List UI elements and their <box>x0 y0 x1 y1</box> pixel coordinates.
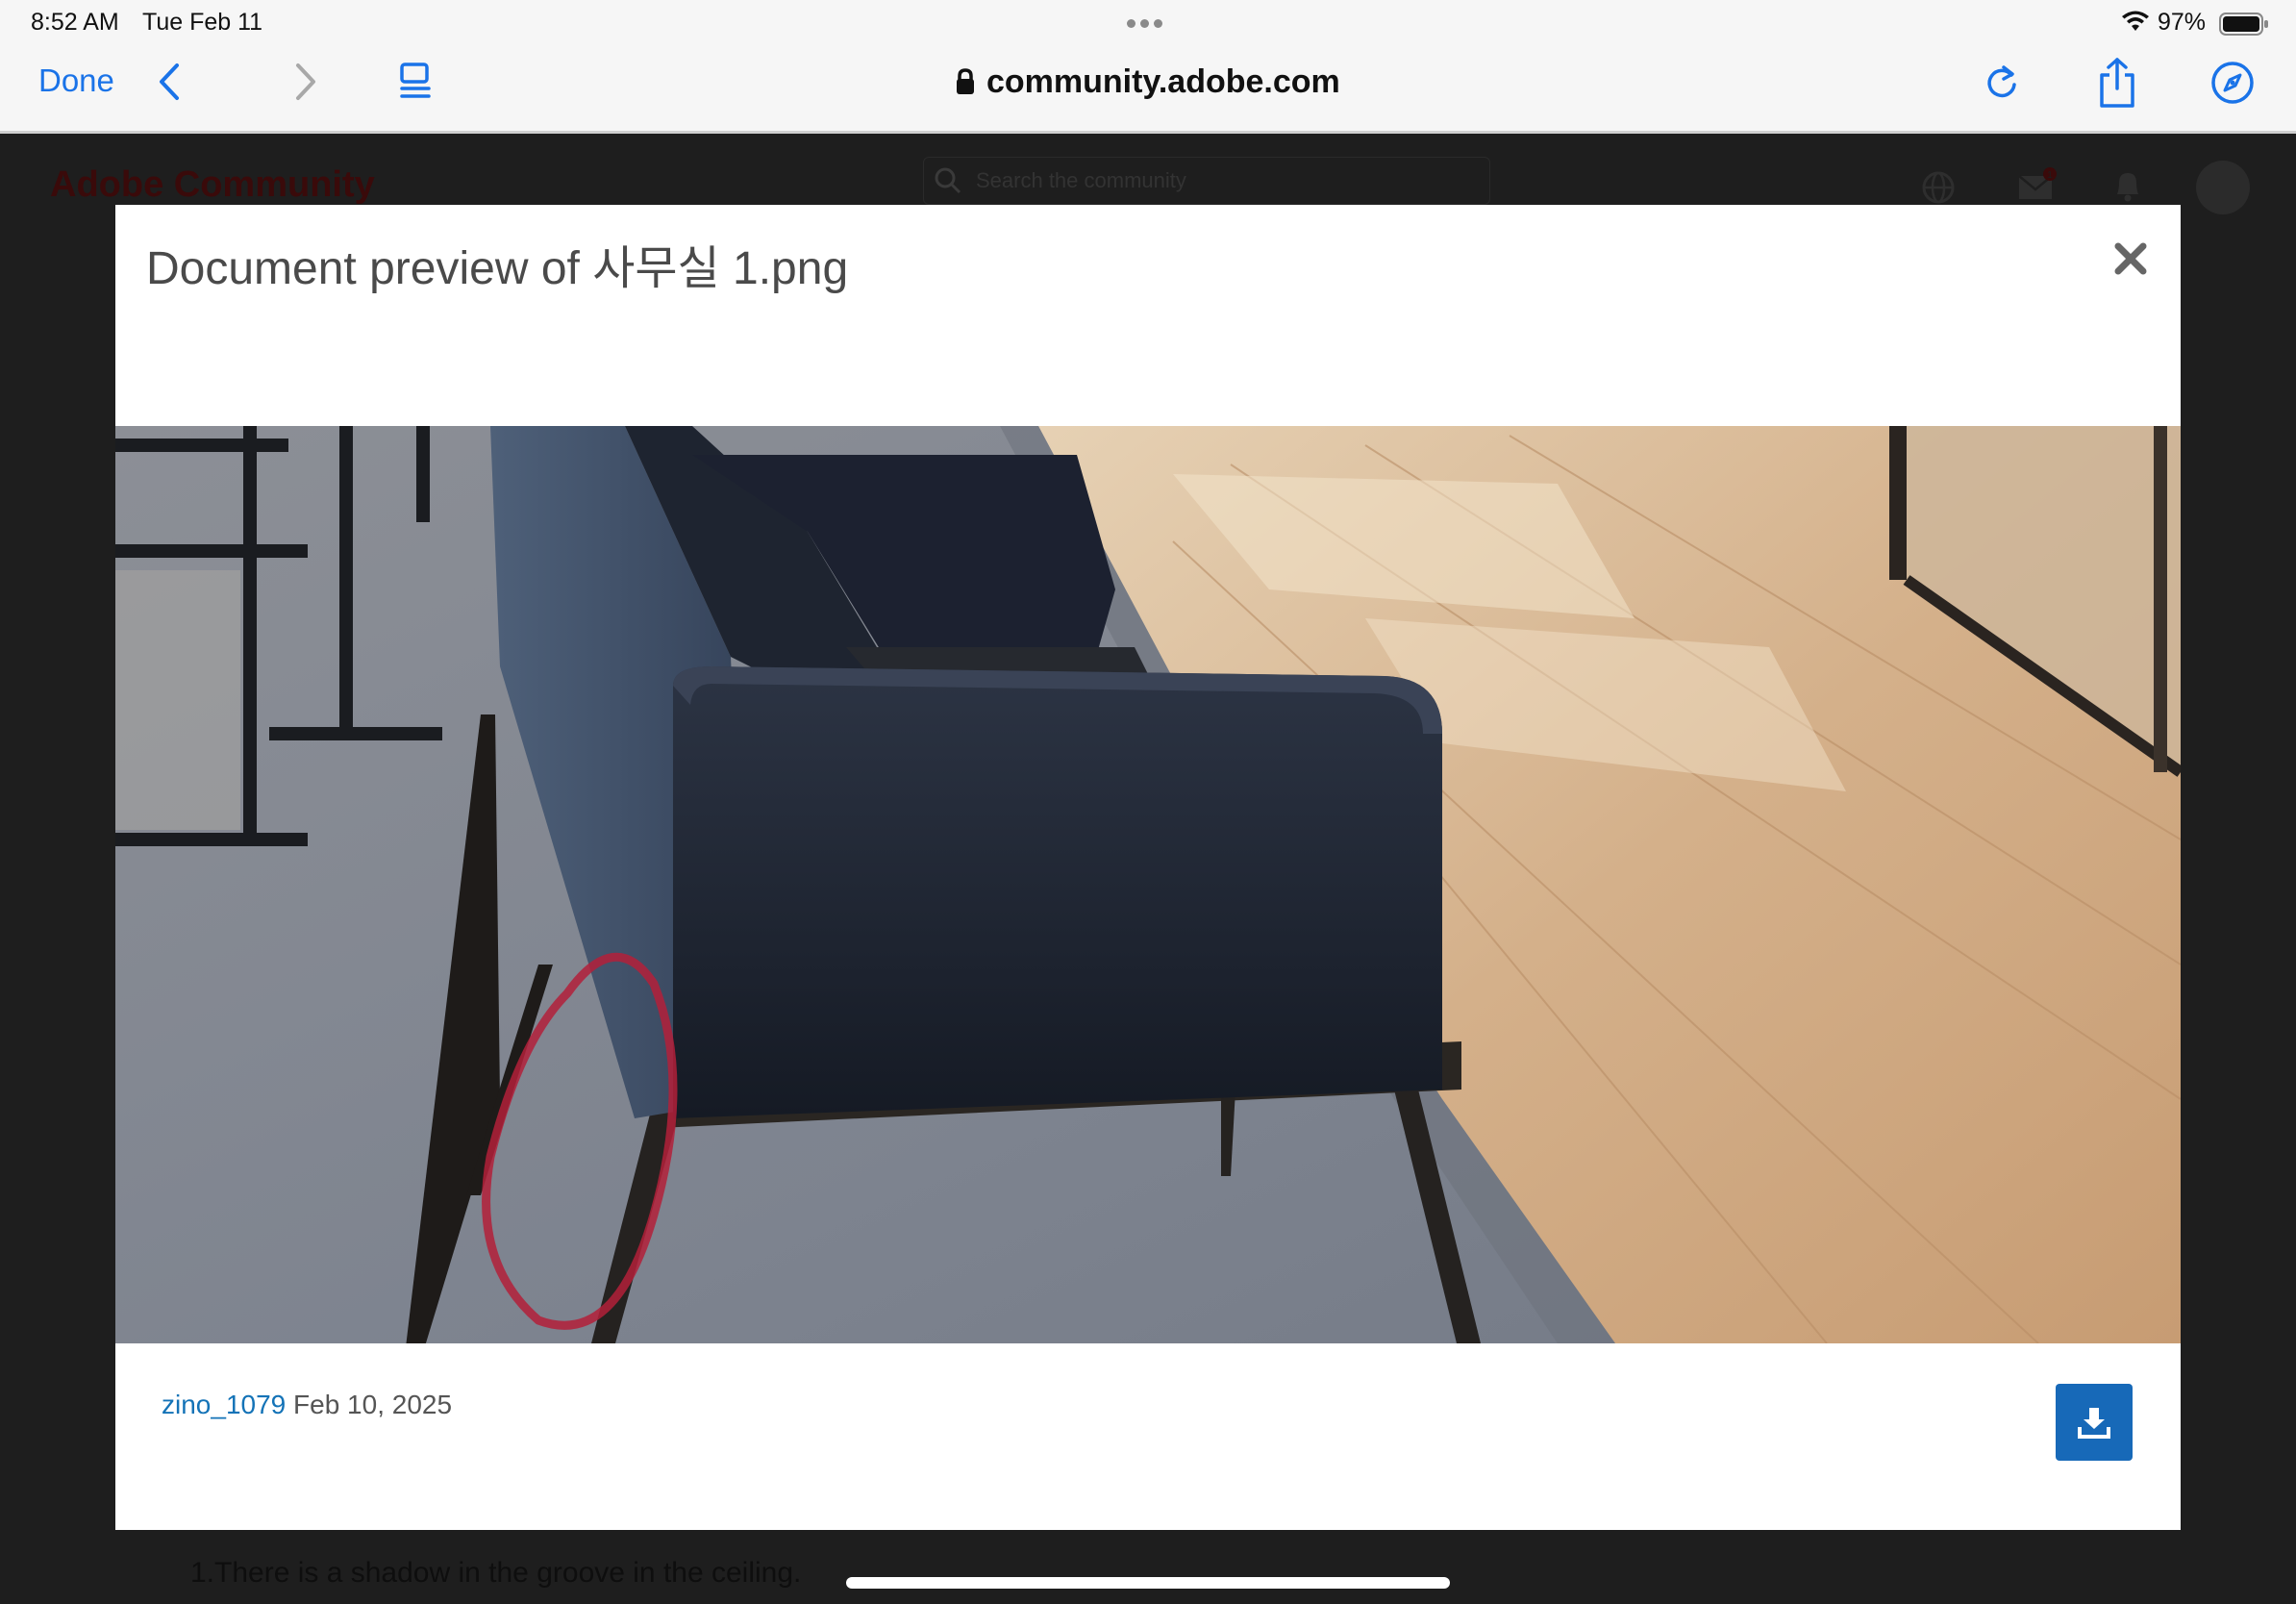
globe-icon <box>1922 171 1955 204</box>
post-date: Feb 10, 2025 <box>293 1390 453 1419</box>
search-icon <box>935 167 961 194</box>
community-search: Search the community <box>923 157 1490 205</box>
forward-icon[interactable] <box>288 60 321 104</box>
attachment-meta: zino_1079 Feb 10, 2025 <box>162 1390 452 1420</box>
author-link[interactable]: zino_1079 <box>162 1390 286 1419</box>
bell-icon <box>2117 173 2138 202</box>
reload-icon[interactable] <box>1983 62 2021 102</box>
compass-icon[interactable] <box>2209 60 2256 106</box>
wifi-icon <box>2122 11 2149 31</box>
reader-list-icon[interactable] <box>398 62 433 102</box>
battery-icon <box>2219 13 2268 36</box>
status-bar: 8:52 AM Tue Feb 11 97% <box>0 0 2296 48</box>
multitasking-dots-icon[interactable] <box>1127 19 1162 28</box>
url-text: community.adobe.com <box>986 63 1340 100</box>
download-icon <box>2078 1408 2110 1439</box>
status-time: 8:52 AM <box>31 9 119 36</box>
close-icon[interactable] <box>2113 241 2148 276</box>
post-body-text: 1.There is a shadow in the groove in the… <box>190 1557 802 1589</box>
browser-toolbar: Done community.adobe.com <box>0 48 2296 134</box>
modal-title: Document preview of 사무실 1.png <box>146 243 849 294</box>
status-date: Tue Feb 11 <box>142 9 263 36</box>
avatar <box>2196 161 2250 214</box>
download-button[interactable] <box>2056 1384 2133 1461</box>
document-preview-image[interactable] <box>115 426 2181 1343</box>
share-icon[interactable] <box>2096 56 2138 110</box>
battery-percent: 97% <box>2158 9 2207 36</box>
address-bar[interactable]: community.adobe.com <box>956 60 1340 104</box>
mail-icon: 1 <box>2018 167 2057 199</box>
done-button[interactable]: Done <box>38 63 114 99</box>
search-placeholder: Search the community <box>976 168 1186 192</box>
back-icon[interactable] <box>154 60 187 104</box>
lock-icon <box>957 68 974 94</box>
adobe-community-logo: Adobe Community <box>50 164 375 205</box>
home-indicator[interactable] <box>846 1577 1450 1589</box>
mail-notification-count: 1 <box>2047 170 2053 181</box>
document-preview-modal: Document preview of 사무실 1.png zino_1079 … <box>115 205 2181 1530</box>
